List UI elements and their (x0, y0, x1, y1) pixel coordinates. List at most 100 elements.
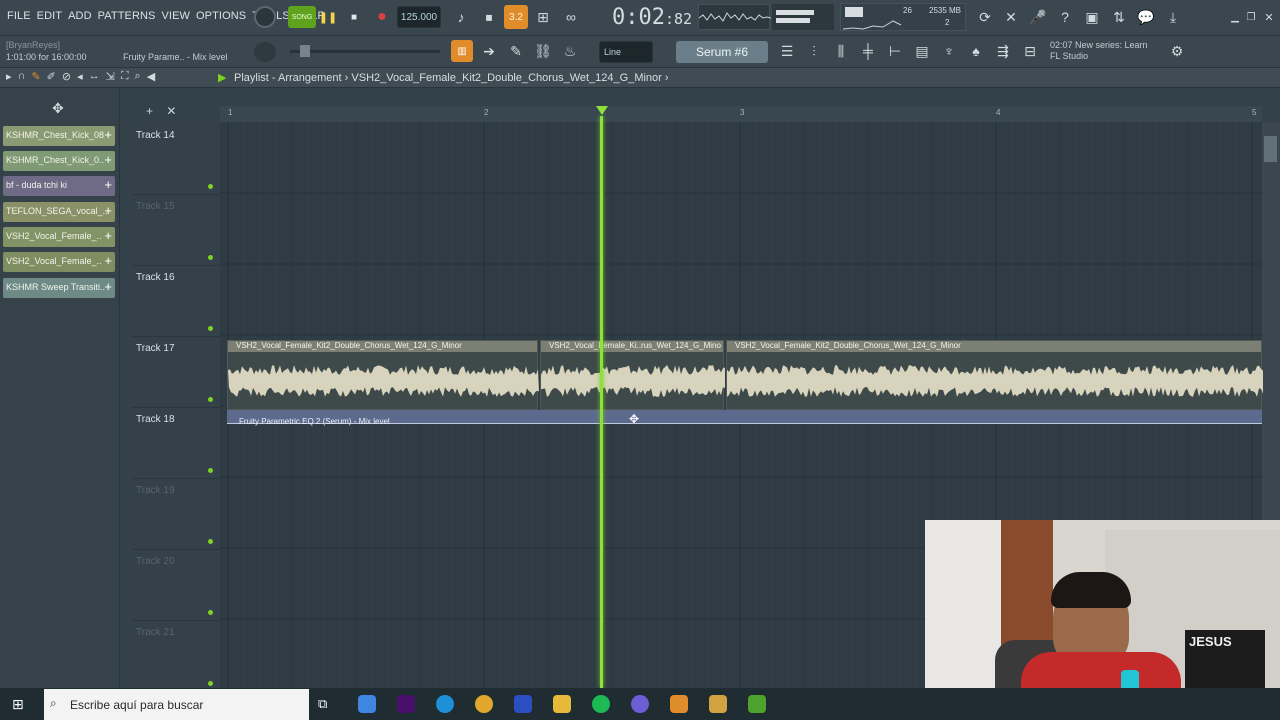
audio-clip-1[interactable]: VSH2_Vocal_Female_Kit2_Double_Chorus_Wet… (227, 340, 539, 410)
add-icon[interactable]: + (104, 228, 112, 243)
playhead[interactable] (600, 116, 603, 688)
stamp-icon[interactable]: ♨ (559, 40, 581, 62)
audio-clip-2[interactable]: VSH2_Vocal_Female_Ki..rus_Wet_124_G_Mino (540, 340, 725, 410)
step-edit-icon[interactable]: ⊞ (532, 6, 554, 28)
close-icon[interactable]: ✕ (1258, 6, 1280, 28)
folder-app-icon[interactable] (709, 695, 727, 713)
refresh-icon[interactable]: ⟳ (974, 6, 996, 28)
master-volume-knob[interactable] (254, 6, 276, 28)
add-icon[interactable]: + (104, 203, 112, 218)
task-view-icon[interactable]: ⧉ (318, 696, 327, 712)
song-mode-toggle[interactable]: SONG (288, 6, 316, 28)
select-icon[interactable]: ⛶ (121, 70, 129, 83)
add-icon[interactable]: + (104, 152, 112, 167)
menu-patterns[interactable]: PATTERNS (95, 10, 159, 22)
channel-rack-icon[interactable]: ⫶ (803, 40, 825, 62)
playhead-marker-icon[interactable] (596, 106, 608, 115)
start-icon[interactable]: ⊞ (12, 696, 24, 713)
track-header[interactable]: Track 16 (132, 266, 220, 337)
pitch-handle-icon[interactable] (300, 45, 310, 57)
wait-input-icon[interactable]: ⏹ (478, 6, 500, 28)
browser-icon[interactable]: ⊢ (884, 40, 906, 62)
add-icon[interactable]: + (104, 279, 112, 294)
arrow-right-icon[interactable]: ➔ (478, 40, 500, 62)
clip-source-item[interactable]: KSHMR_Chest_Kick_08 + (3, 126, 115, 146)
clip-source-item[interactable]: VSH2_Vocal_Female_.. + (3, 252, 115, 272)
microphone-icon[interactable]: 🎤 (1027, 6, 1049, 28)
hint-knob[interactable] (254, 42, 276, 62)
track-mute-led[interactable] (208, 468, 213, 473)
plugin-icon[interactable]: ♆ (938, 40, 960, 62)
countdown-button[interactable]: 3.2 (504, 5, 528, 29)
tempo-display[interactable]: 125.000 (397, 6, 441, 28)
help-icon[interactable]: ? (1054, 6, 1076, 28)
connect-icon[interactable]: ⇅ (1108, 6, 1130, 28)
slice-icon[interactable]: ⇲ (106, 70, 115, 83)
premiere-icon[interactable] (397, 695, 415, 713)
track-header[interactable]: Track 18 (132, 408, 220, 479)
track-header[interactable]: Track 17 (132, 337, 220, 408)
copilot-icon[interactable] (358, 695, 376, 713)
save-icon[interactable]: ▣ (1081, 6, 1103, 28)
track-header[interactable]: Track 15 (132, 195, 220, 266)
settings-icon[interactable]: ⚙ (1166, 40, 1188, 62)
chat-icon[interactable]: 💬 (1135, 6, 1157, 28)
tuner-icon[interactable]: ♠ (965, 40, 987, 62)
add-icon[interactable]: + (104, 253, 112, 268)
taskbar-search-input[interactable]: Escribe aquí para buscar (44, 689, 309, 720)
draw-icon[interactable]: ✎ (31, 70, 40, 83)
track-mute-led[interactable] (208, 681, 213, 686)
mixer-icon[interactable]: ⫼ (830, 40, 852, 62)
add-icon[interactable]: + (104, 177, 112, 192)
stop-button[interactable]: ■ (344, 6, 364, 28)
file-icon[interactable]: ▤ (911, 40, 933, 62)
track-mute-led[interactable] (208, 610, 213, 615)
menu-options[interactable]: OPTIONS (193, 10, 249, 22)
chrome-icon[interactable] (475, 695, 493, 713)
clip-source-item[interactable]: VSH2_Vocal_Female_.. + (3, 227, 115, 247)
paint-icon[interactable]: ✐ (47, 70, 56, 83)
track-header[interactable]: Track 21 (132, 621, 220, 692)
discord-icon[interactable] (631, 695, 649, 713)
magnet-icon[interactable]: ∩ (18, 70, 26, 83)
play-arrangement-icon[interactable]: ▶ (218, 71, 226, 84)
automation-clip[interactable]: Fruity Parametric EQ 2 (Serum) - Mix lev… (227, 410, 1262, 426)
fl-studio-icon[interactable] (670, 695, 688, 713)
track-mute-led[interactable] (208, 184, 213, 189)
clip-source-item[interactable]: KSHMR_Chest_Kick_0.. + (3, 151, 115, 171)
app-l-icon[interactable] (514, 695, 532, 713)
clip-source-item[interactable]: bf - duda tchi ki + (3, 176, 115, 196)
audio-clip-3[interactable]: VSH2_Vocal_Female_Kit2_Double_Chorus_Wet… (726, 340, 1263, 410)
spotify-icon[interactable] (592, 695, 610, 713)
pianoroll-icon[interactable]: ╪ (857, 40, 879, 62)
track-header[interactable]: Track 19 (132, 479, 220, 550)
explorer-icon[interactable] (553, 695, 571, 713)
slip-icon[interactable]: ↔ (89, 70, 100, 83)
add-icon[interactable]: + (104, 127, 112, 142)
timeline-ruler[interactable]: 1 2 3 4 5 (220, 106, 1262, 122)
clip-source-item[interactable]: KSHMR Sweep Transiti.. + (3, 278, 115, 298)
channel-selector[interactable]: Serum #6 (676, 41, 768, 63)
piano-roll-button[interactable]: ▥ (451, 40, 473, 62)
news-line-2[interactable]: FL Studio (1050, 51, 1088, 61)
metronome-icon[interactable]: ♪ (450, 6, 472, 28)
track-mute-led[interactable] (208, 255, 213, 260)
download-icon[interactable]: ⤓ (1162, 6, 1184, 28)
cart-icon[interactable]: ⊟ (1019, 40, 1041, 62)
clip-source-item[interactable]: TEFLON_SEGA_vocal_.. + (3, 202, 115, 222)
menu-add[interactable]: ADD (65, 10, 95, 22)
mute-icon[interactable]: ◂ (77, 70, 83, 83)
menu-arrow-icon[interactable]: ▸ (6, 70, 12, 83)
zoom-icon[interactable]: ⌕ (135, 70, 141, 83)
menu-edit[interactable]: EDIT (34, 10, 65, 22)
news-line-1[interactable]: 02:07 New series: Learn (1050, 40, 1148, 50)
playback-icon[interactable]: ◀ (147, 70, 155, 83)
track-mute-led[interactable] (208, 539, 213, 544)
pencil-icon[interactable]: ✎ (505, 40, 527, 62)
track-header[interactable]: Track 20 (132, 550, 220, 621)
menu-file[interactable]: FILE (4, 10, 34, 22)
edge-icon[interactable] (436, 695, 454, 713)
export-icon[interactable]: ⇶ (992, 40, 1014, 62)
menu-view[interactable]: VIEW (158, 10, 193, 22)
master-pitch-slider[interactable] (290, 50, 440, 53)
